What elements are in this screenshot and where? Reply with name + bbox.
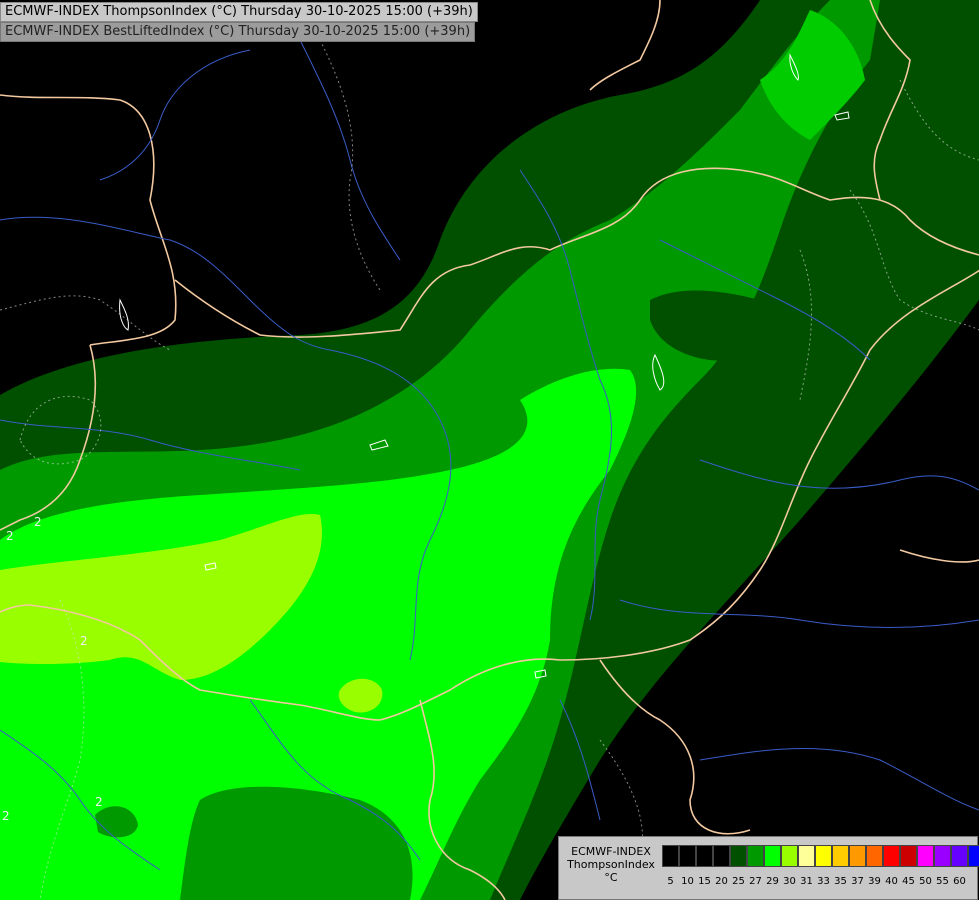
legend-label: 30	[783, 876, 796, 887]
legend-swatches	[662, 845, 979, 867]
legend-label: 60	[953, 876, 966, 887]
legend-swatch	[730, 845, 747, 867]
contour-label: 2	[95, 795, 103, 809]
legend-label: 20	[715, 876, 728, 887]
legend-swatch	[798, 845, 815, 867]
legend-line3: °C	[604, 871, 618, 884]
legend-label: 50	[919, 876, 932, 887]
contour-label: 2	[34, 515, 42, 529]
legend-label: 29	[766, 876, 779, 887]
legend-swatch	[747, 845, 764, 867]
legend-swatch	[662, 845, 679, 867]
legend-label: 37	[851, 876, 864, 887]
legend-label: 33	[817, 876, 830, 887]
legend-swatch	[832, 845, 849, 867]
legend-caption: ECMWF-INDEX ThompsonIndex °C	[563, 845, 659, 884]
legend-label: 10	[681, 876, 694, 887]
legend-swatch	[968, 845, 979, 867]
legend-label: 39	[868, 876, 881, 887]
legend-swatch	[764, 845, 781, 867]
contour-label: 2	[6, 529, 14, 543]
legend-swatch	[866, 845, 883, 867]
contour-label: 2	[80, 634, 88, 648]
legend-label: 55	[936, 876, 949, 887]
legend-label: 35	[834, 876, 847, 887]
legend-label	[968, 876, 979, 887]
legend-label: 40	[885, 876, 898, 887]
legend-swatch	[696, 845, 713, 867]
legend-label: 45	[902, 876, 915, 887]
legend-swatch	[900, 845, 917, 867]
legend-line2: ThompsonIndex	[567, 858, 655, 871]
legend-label: 31	[800, 876, 813, 887]
legend-label: 5	[667, 876, 674, 887]
legend-line1: ECMWF-INDEX	[571, 845, 651, 858]
map-title-thompson: ECMWF-INDEX ThompsonIndex (°C) Thursday …	[0, 2, 478, 22]
color-legend: ECMWF-INDEX ThompsonIndex °C 5 10 15 20 25 27…	[558, 836, 979, 900]
legend-swatch	[934, 845, 951, 867]
legend-swatch	[815, 845, 832, 867]
contour-label: 2	[2, 809, 10, 823]
legend-swatch	[917, 845, 934, 867]
legend-label: 27	[749, 876, 762, 887]
weather-map: 2 2 2 2 2	[0, 0, 979, 900]
legend-swatch	[713, 845, 730, 867]
legend-swatch	[781, 845, 798, 867]
legend-swatch	[883, 845, 900, 867]
map-title-bestlifted: ECMWF-INDEX BestLiftedIndex (°C) Thursda…	[0, 22, 476, 42]
legend-swatch	[679, 845, 696, 867]
legend-labels: 5 10 15 20 25 27 29 30 31 33 35 37 39 40 45 50 55 60	[662, 876, 979, 887]
legend-label: 15	[698, 876, 711, 887]
legend-swatch	[951, 845, 968, 867]
legend-swatch	[849, 845, 866, 867]
legend-label: 25	[732, 876, 745, 887]
